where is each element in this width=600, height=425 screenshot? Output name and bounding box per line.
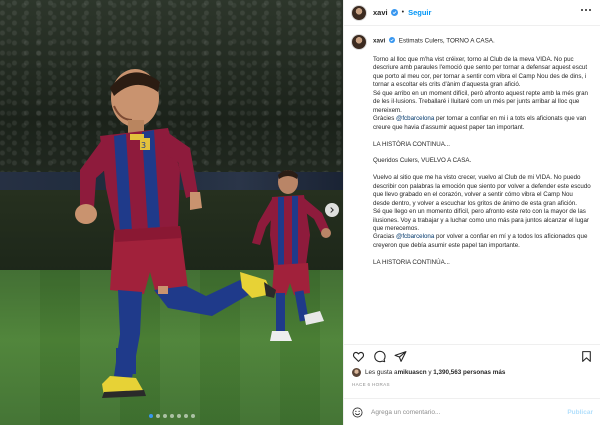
caption-body: Torno al lloc que m'ha vist créixer, tor… bbox=[373, 56, 591, 267]
comment-icon[interactable] bbox=[373, 350, 386, 363]
mention-link[interactable]: @fcbarcelona bbox=[396, 115, 434, 122]
verified-badge-icon bbox=[390, 9, 398, 16]
comment-input[interactable]: Agrega un comentario... bbox=[371, 409, 567, 416]
caption-header: xavi Estimats Culers, TORNO A CASA. bbox=[351, 33, 591, 50]
carousel-indicator bbox=[0, 414, 343, 418]
action-bar bbox=[344, 344, 600, 364]
post-side-panel: xavi • Seguir xavi Estimats Culers, TORN… bbox=[343, 0, 600, 425]
caption-paragraph: Torno al lloc que m'ha vist créixer, tor… bbox=[373, 56, 588, 89]
share-icon[interactable] bbox=[394, 350, 407, 363]
carousel-dot bbox=[176, 414, 181, 418]
caption-text: Gràcies bbox=[373, 115, 397, 123]
likes-prefix: Les gusta a bbox=[365, 369, 398, 376]
likes-user-link[interactable]: mikuascn bbox=[398, 369, 427, 376]
separator-dot: • bbox=[401, 9, 405, 16]
avatar[interactable] bbox=[351, 4, 367, 21]
verified-badge-icon bbox=[389, 37, 396, 43]
avatar[interactable] bbox=[351, 34, 367, 50]
publish-button[interactable]: Publicar bbox=[567, 409, 593, 416]
carousel-dot bbox=[148, 414, 153, 418]
post-timestamp[interactable]: HACE 6 HORAS bbox=[352, 382, 390, 387]
post-photo[interactable]: 3 bbox=[0, 0, 343, 425]
save-icon[interactable] bbox=[580, 350, 593, 363]
caption-paragraph: Gràcies @fcbarcelona per tornar a confia… bbox=[373, 115, 591, 132]
likes-summary: Les gusta a mikuascn y 1,390,563 persona… bbox=[352, 368, 505, 377]
svg-text:3: 3 bbox=[141, 141, 146, 150]
main-player: 3 bbox=[40, 58, 300, 418]
caption-paragraph: LA HISTÒRIA CONTINUA... bbox=[373, 140, 451, 148]
carousel-dot bbox=[162, 414, 167, 418]
carousel-dot bbox=[169, 414, 174, 418]
likes-count-link[interactable]: 1,390,563 personas más bbox=[433, 369, 505, 376]
carousel-dot bbox=[183, 414, 188, 418]
caption-paragraph: Queridos Culers, VUELVO A CASA. bbox=[373, 157, 472, 165]
next-slide-button[interactable] bbox=[325, 203, 339, 217]
mention-link[interactable]: @fcbarcelona bbox=[396, 233, 434, 240]
caption-paragraph: LA HISTORIA CONTINÚA... bbox=[373, 258, 450, 266]
caption-title: Estimats Culers, TORNO A CASA. bbox=[398, 37, 495, 45]
comment-box: Agrega un comentario... Publicar bbox=[344, 398, 600, 425]
caption-paragraph: Gracias @fcbarcelona por volver a confia… bbox=[373, 233, 591, 250]
caption-scroll-area[interactable]: xavi Estimats Culers, TORNO A CASA. Torn… bbox=[344, 33, 600, 340]
emoji-icon[interactable] bbox=[352, 407, 363, 418]
carousel-dot bbox=[155, 414, 160, 418]
username-link[interactable]: xavi bbox=[373, 8, 388, 17]
caption-text: Gracias bbox=[373, 233, 397, 241]
carousel-dot bbox=[190, 414, 195, 418]
caption-username[interactable]: xavi bbox=[373, 38, 385, 45]
post-header: xavi • Seguir bbox=[344, 0, 600, 26]
heart-icon[interactable] bbox=[352, 350, 365, 363]
caption-paragraph: Sé que arribo en un moment difícil, però… bbox=[373, 89, 588, 114]
more-options-icon[interactable] bbox=[581, 9, 591, 11]
caption-paragraph: Vuelvo al sitio que me ha visto crecer, … bbox=[373, 174, 591, 207]
follow-button[interactable]: Seguir bbox=[408, 8, 431, 17]
avatar[interactable] bbox=[352, 368, 361, 377]
likes-middle: y bbox=[426, 369, 434, 376]
caption-paragraph: Sé que llego en un momento difícil, pero… bbox=[373, 208, 589, 233]
caption-first-line: xavi Estimats Culers, TORNO A CASA. bbox=[373, 33, 495, 46]
chevron-right-icon bbox=[330, 207, 334, 213]
